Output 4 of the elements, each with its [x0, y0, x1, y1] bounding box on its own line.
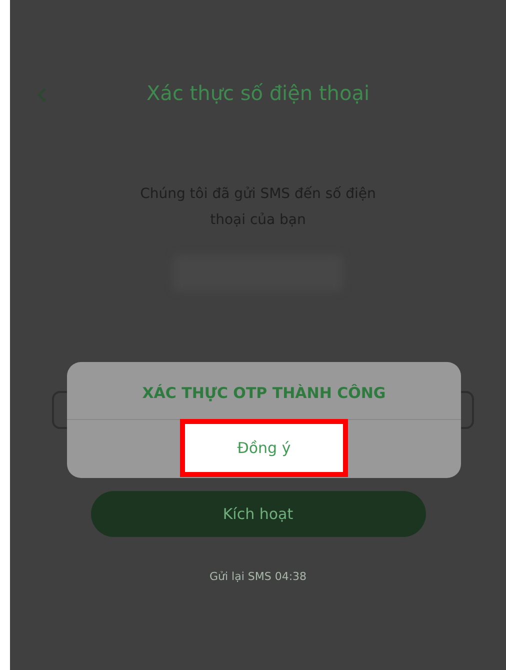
page-title: Xác thực số điện thoại: [145, 80, 371, 107]
confirm-button[interactable]: Đồng ý: [180, 419, 348, 477]
activate-button[interactable]: Kích hoạt: [90, 491, 426, 537]
resend-text: Gửi lại SMS 04:38: [208, 569, 308, 585]
